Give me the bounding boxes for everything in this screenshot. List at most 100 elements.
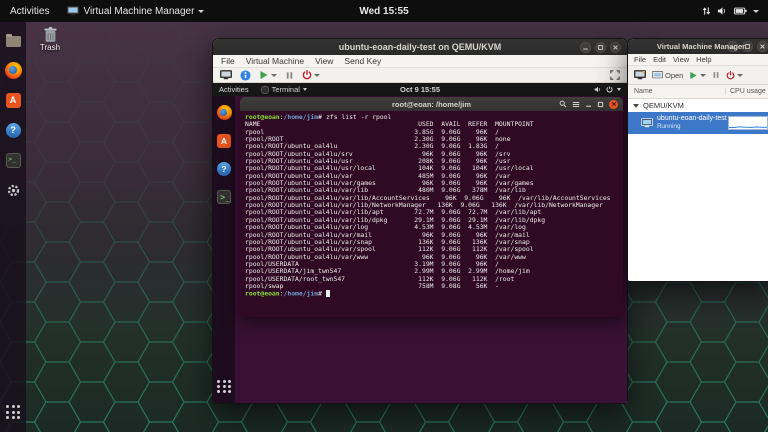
column-header-cpu-usage[interactable]: CPU usage [726,88,766,95]
activities-button[interactable]: Activities [0,0,59,22]
help-icon: ? [6,123,21,138]
close-button[interactable] [610,42,621,53]
trash-desktop-icon[interactable]: Trash [30,26,70,52]
terminal-cursor [326,290,330,297]
manager-titlebar[interactable]: Virtual Machine Manager [628,39,768,54]
menu-file[interactable]: File [221,56,235,66]
menu-file[interactable]: File [634,55,646,64]
network-icon [702,6,711,16]
vm-state-badge: Running [657,123,727,130]
minimize-icon[interactable] [585,101,592,108]
chevron-down-icon [700,74,706,77]
search-icon[interactable] [559,100,567,108]
guest-dock-item-software[interactable]: A [216,132,233,149]
guest-dock-item-terminal[interactable]: >_ [216,188,233,205]
run-button[interactable] [689,71,706,80]
chevron-down-icon [737,74,743,77]
fullscreen-icon [610,70,620,80]
activities-label: Activities [10,6,49,17]
dock-item-firefox[interactable] [3,60,23,80]
chevron-down-icon [753,10,759,13]
open-button[interactable]: Open [652,71,683,80]
minimize-button[interactable] [580,42,591,53]
maximize-icon[interactable] [597,101,604,108]
guest-dock-item-help[interactable]: ? [216,160,233,177]
maximize-button[interactable] [595,42,606,53]
vm-console-window: ubuntu-eoan-daily-test on QEMU/KVM File … [212,38,628,404]
shutdown-vm-button[interactable] [302,70,320,80]
show-console-button[interactable] [220,70,232,80]
menu-icon[interactable] [572,101,580,108]
new-vm-icon [634,70,646,80]
play-icon [689,71,698,80]
app-menu-button[interactable]: Virtual Machine Manager [59,0,212,22]
guest-clock[interactable]: Oct 9 15:55 [400,85,440,94]
power-icon [606,86,613,93]
help-icon: ? [217,162,231,176]
guest-terminal-window: root@eoan: /home/jim [240,97,623,317]
close-button[interactable] [757,41,768,52]
terminal-body[interactable]: root@eoan:/home/jim#zfs list -r rpool NA… [240,111,623,317]
terminal-titlebar[interactable]: root@eoan: /home/jim [240,97,623,112]
dock-item-software[interactable]: A [3,90,23,110]
system-status-area[interactable] [702,0,768,22]
guest-activities-label: Activities [219,85,249,94]
guest-top-bar: Activities Terminal Oct 9 15:55 [213,83,627,96]
guest-display[interactable]: Activities Terminal Oct 9 15:55 A ? > [213,83,627,403]
close-icon[interactable] [609,100,618,109]
console-window-controls [580,42,627,53]
guest-app-menu-label: Terminal [272,85,300,94]
vm-details-button[interactable] [240,70,251,81]
console-titlebar[interactable]: ubuntu-eoan-daily-test on QEMU/KVM [213,39,627,55]
software-icon: A [217,134,231,148]
show-applications-icon [217,380,230,393]
firefox-icon [5,62,22,79]
guest-dock-item-firefox[interactable] [216,104,233,121]
guest-show-applications-button[interactable] [216,378,233,395]
console-toolbar [213,68,627,83]
menu-view[interactable]: View [673,55,689,64]
guest-system-status-area[interactable] [594,86,627,93]
power-icon [302,70,312,80]
shutdown-button[interactable] [726,71,743,80]
vm-icon [641,118,653,128]
volume-icon [717,6,728,16]
dock-item-terminal[interactable]: >_ [3,150,23,170]
cpu-usage-sparkline [728,116,768,130]
play-icon [259,70,269,80]
chevron-down-icon [198,10,204,13]
firefox-icon [217,105,232,120]
guest-dock: A ? >_ [213,96,235,403]
fullscreen-button[interactable] [610,70,620,80]
vm-list-row[interactable]: ubuntu-eoan-daily-test Running [628,112,768,134]
menu-help[interactable]: Help [696,55,711,64]
run-vm-button[interactable] [259,70,277,80]
trash-label: Trash [30,43,70,52]
connection-row[interactable]: QEMU/KVM [628,99,768,112]
dock-item-settings[interactable] [3,180,23,200]
terminal-output: NAME USED AVAIL REFER MOUNTPOINT rpool 3… [245,121,623,290]
dock-item-help[interactable]: ? [3,120,23,140]
chevron-down-icon [271,74,277,77]
menu-virtual-machine[interactable]: Virtual Machine [246,56,304,66]
new-vm-button[interactable] [634,70,646,80]
show-applications-button[interactable] [3,402,23,422]
dock: A ? >_ [0,22,26,432]
expander-icon[interactable] [633,104,639,108]
menu-edit[interactable]: Edit [653,55,666,64]
pause-vm-button[interactable] [285,71,294,80]
clock[interactable]: Wed 15:55 [359,6,408,17]
chevron-down-icon [303,88,307,91]
terminal-glyph: >_ [9,156,16,163]
menu-send-key[interactable]: Send Key [344,56,381,66]
guest-app-menu-button[interactable]: Terminal [255,85,313,94]
terminal-header-buttons [559,100,623,109]
menu-view[interactable]: View [315,56,333,66]
terminal-prompt-line: root@eoan:/home/jim# [245,290,623,298]
guest-activities-button[interactable]: Activities [213,83,255,96]
files-icon [6,36,21,47]
pause-button[interactable] [712,71,720,79]
column-header-name[interactable]: Name [628,88,726,95]
chevron-down-icon [617,88,621,91]
dock-item-files[interactable] [3,30,23,50]
